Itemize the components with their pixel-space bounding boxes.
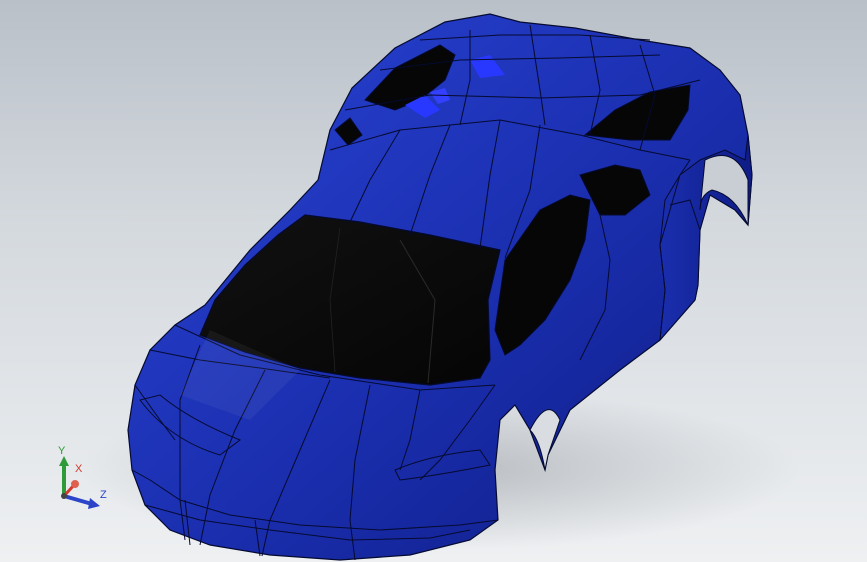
triad-origin <box>61 493 67 499</box>
z-axis-arrowhead <box>88 498 100 509</box>
z-axis-label: Z <box>100 489 107 501</box>
y-axis-arrowhead <box>59 456 69 466</box>
graphics-viewport[interactable]: Y X Z <box>0 0 867 562</box>
z-axis-arrow <box>63 494 93 506</box>
x-axis-label: X <box>75 463 83 475</box>
x-axis-tip <box>71 480 79 488</box>
axis-triad: Y X Z <box>48 446 118 516</box>
y-axis-label: Y <box>58 445 66 457</box>
car-body-model[interactable] <box>0 0 867 562</box>
